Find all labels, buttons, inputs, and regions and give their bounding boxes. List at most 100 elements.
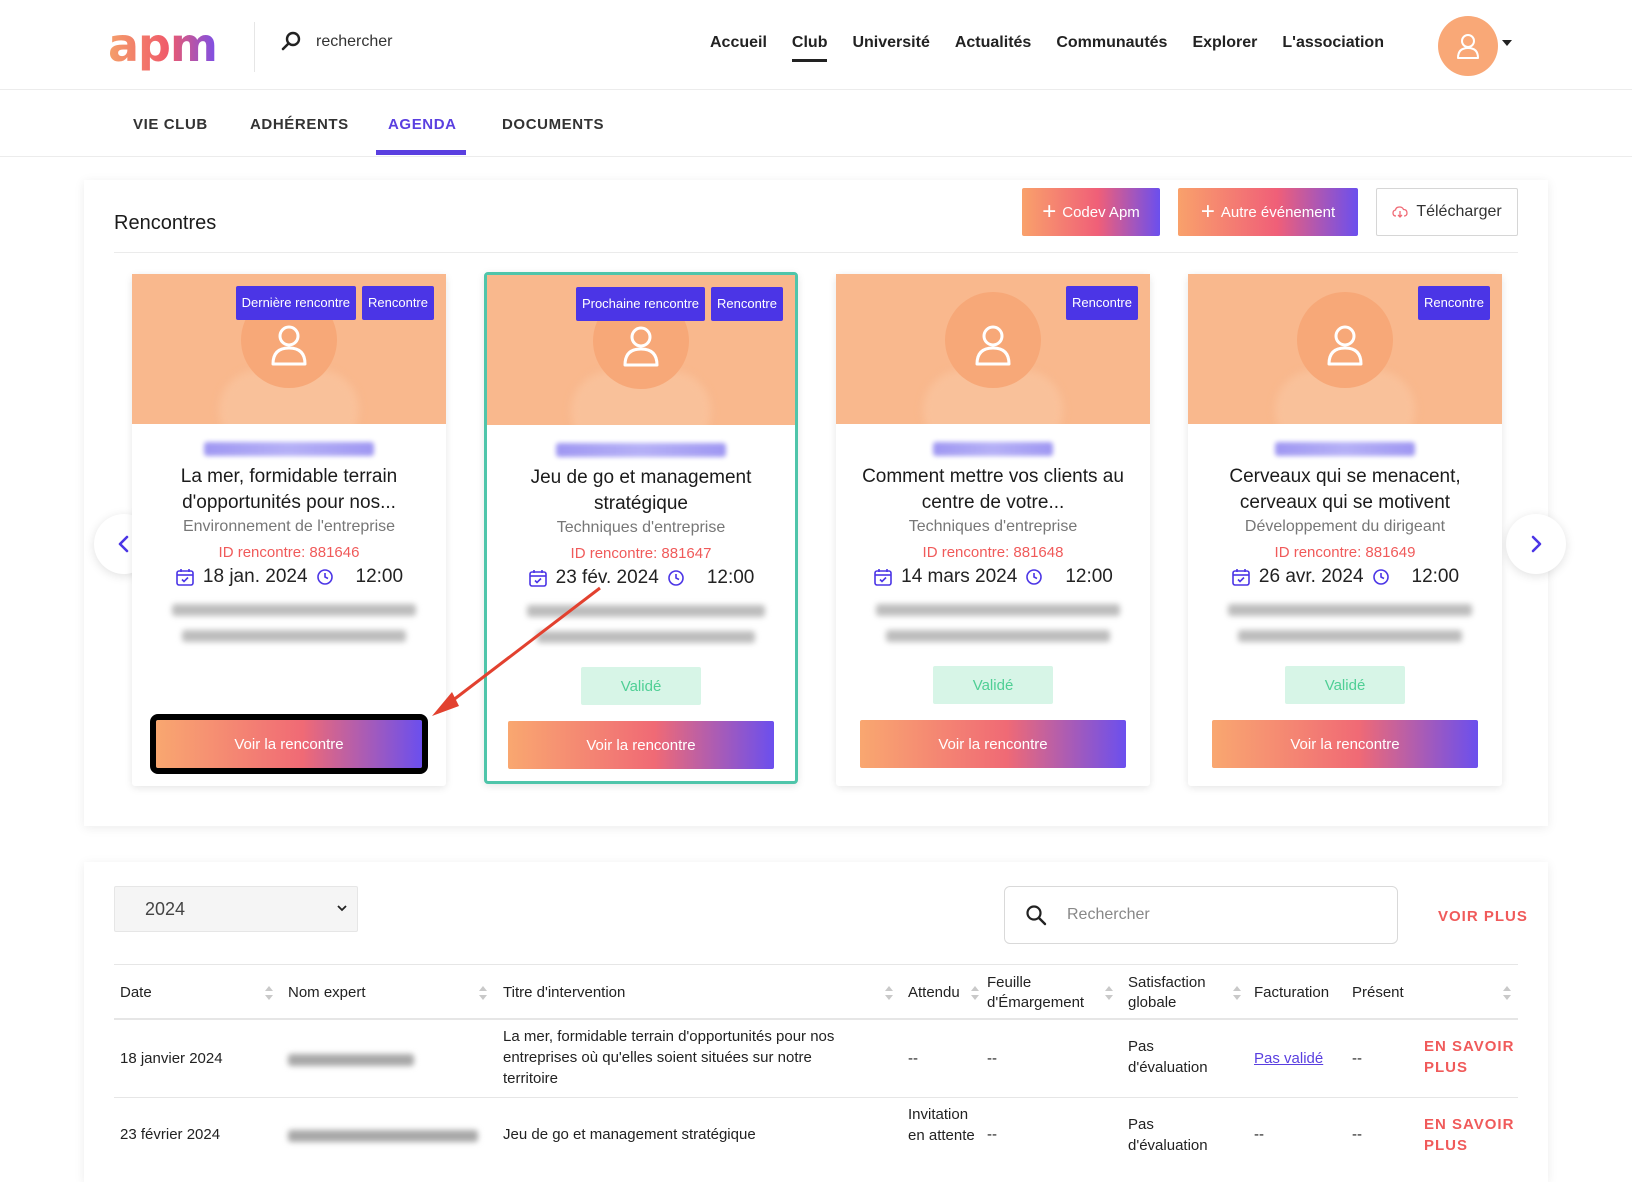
rencontre-card: Rencontre Cerveaux qui se menacent, cerv… <box>1188 274 1502 786</box>
card-category: Techniques d'entreprise <box>556 519 726 536</box>
card-title: Cerveaux qui se menacent, cerveaux qui s… <box>1229 466 1461 513</box>
chevron-right-icon <box>1531 535 1542 553</box>
card-id: ID rencontre: 881649 <box>1274 544 1416 561</box>
sort-icon[interactable] <box>478 985 488 1001</box>
codev-apm-button[interactable]: + Codev Apm <box>1022 188 1160 236</box>
sort-icon[interactable] <box>264 985 274 1001</box>
rencontres-panel: Rencontres + Codev Apm + Autre événement T… <box>84 180 1566 826</box>
calendar-icon <box>528 570 547 587</box>
card-id: ID rencontre: 881646 <box>218 544 360 561</box>
nav-accueil[interactable]: Accueil <box>710 34 767 52</box>
cell-facturation-link[interactable]: Pas validé <box>1254 1048 1323 1069</box>
tab-adherents[interactable]: ADHÉRENTS <box>250 116 349 133</box>
card-badges: Dernière rencontre Rencontre <box>235 286 434 320</box>
card-header: Rencontre <box>1188 274 1502 424</box>
nav-universite[interactable]: Université <box>852 34 929 52</box>
active-tab-indicator <box>376 150 466 155</box>
cell-feuille: -- <box>987 1050 997 1067</box>
card-badges: Rencontre <box>1066 286 1138 320</box>
col-satisfaction[interactable]: Satisfaction globale <box>1128 973 1228 1013</box>
card-date: 14 mars 2024 <box>901 566 1018 587</box>
col-titre[interactable]: Titre d'intervention <box>503 973 625 1013</box>
sort-icon[interactable] <box>1232 985 1242 1001</box>
status-badge-valide: Validé <box>933 666 1053 704</box>
en-savoir-plus-link[interactable]: EN SAVOIR PLUS <box>1424 1114 1516 1156</box>
logo-divider <box>254 22 255 72</box>
cell-attendu: -- <box>908 1050 918 1067</box>
location-redacted <box>1228 604 1472 616</box>
person-icon <box>975 325 1011 366</box>
top-search-label: rechercher <box>316 33 393 50</box>
sort-icon[interactable] <box>884 985 894 1001</box>
section-title: Rencontres <box>114 212 217 234</box>
location-redacted <box>876 604 1120 616</box>
nav-association[interactable]: L'association <box>1282 34 1384 52</box>
person-icon <box>623 326 659 367</box>
card-time: 12:00 <box>355 566 404 587</box>
nav-actualites[interactable]: Actualités <box>955 34 1031 52</box>
expert-name-redacted <box>933 442 1053 456</box>
clock-icon <box>1372 569 1389 585</box>
card-header: Prochaine rencontre Rencontre <box>487 275 795 425</box>
tab-agenda[interactable]: AGENDA <box>388 116 457 133</box>
col-nom-expert[interactable]: Nom expert <box>288 973 366 1013</box>
calendar-icon <box>874 569 892 586</box>
table-search-input[interactable]: Rechercher <box>1004 886 1398 944</box>
sort-icon[interactable] <box>970 985 980 1001</box>
sort-icon[interactable] <box>1104 985 1114 1001</box>
voir-la-rencontre-button[interactable]: Voir la rencontre <box>508 721 774 769</box>
telecharger-button[interactable]: Télécharger <box>1376 188 1518 236</box>
nav-explorer[interactable]: Explorer <box>1192 34 1257 52</box>
plus-icon: + <box>1200 198 1215 225</box>
card-title: Jeu de go et management stratégique <box>530 467 752 514</box>
nav-club[interactable]: Club <box>791 34 827 62</box>
col-date[interactable]: Date <box>120 973 152 1013</box>
apm-logo[interactable]: apm <box>108 22 218 68</box>
badge-rencontre: Rencontre <box>1066 286 1138 320</box>
user-icon <box>1457 34 1479 59</box>
user-avatar[interactable] <box>1438 16 1498 76</box>
en-savoir-plus-link[interactable]: EN SAVOIR PLUS <box>1424 1036 1516 1078</box>
col-present[interactable]: Présent <box>1352 973 1404 1013</box>
avatar-dropdown-icon[interactable] <box>1502 40 1512 46</box>
autre-evenement-button[interactable]: + Autre événement <box>1178 188 1358 236</box>
voir-la-rencontre-button[interactable]: Voir la rencontre <box>1212 720 1478 768</box>
cell-date: 18 janvier 2024 <box>120 1050 223 1067</box>
location-redacted <box>886 630 1110 642</box>
nav-communautes[interactable]: Communautés <box>1056 34 1167 52</box>
card-date: 18 jan. 2024 <box>202 566 308 587</box>
voir-la-rencontre-button[interactable]: Voir la rencontre <box>150 714 428 774</box>
card-badges: Rencontre <box>1418 286 1490 320</box>
card-datetime: 18 jan. 2024 12:00 <box>132 566 446 588</box>
rencontre-card-next: Prochaine rencontre Rencontre Jeu de go … <box>484 272 798 784</box>
sort-icon[interactable] <box>1502 985 1512 1001</box>
badge-rencontre: Rencontre <box>362 286 434 320</box>
sub-nav: VIE CLUB ADHÉRENTS AGENDA DOCUMENTS <box>0 90 1632 157</box>
main-nav: Accueil Club Université Actualités Commu… <box>710 34 1409 62</box>
carousel-next-button[interactable] <box>1506 514 1566 574</box>
card-badges: Prochaine rencontre Rencontre <box>575 287 783 321</box>
location-redacted <box>182 630 406 642</box>
top-bar: apm rechercher Accueil Club Université A… <box>0 0 1632 90</box>
voir-plus-link[interactable]: VOIR PLUS <box>1438 908 1528 925</box>
col-attendu[interactable]: Attendu <box>908 973 960 1013</box>
status-badge-valide: Validé <box>1285 666 1405 704</box>
card-title: Comment mettre vos clients au centre de … <box>862 466 1124 513</box>
card-header: Rencontre <box>836 274 1150 424</box>
col-facturation[interactable]: Facturation <box>1254 973 1329 1013</box>
tab-vie-club[interactable]: VIE CLUB <box>133 116 208 133</box>
top-search[interactable]: rechercher <box>280 30 392 54</box>
expert-name-redacted <box>556 443 726 457</box>
search-icon <box>1026 905 1047 926</box>
card-datetime: 26 avr. 2024 12:00 <box>1188 566 1502 588</box>
voir-la-rencontre-button[interactable]: Voir la rencontre <box>860 720 1126 768</box>
col-feuille-emargement[interactable]: Feuille d'Émargement <box>987 973 1101 1013</box>
divider <box>114 252 1518 253</box>
person-icon <box>1327 325 1363 366</box>
meetings-table-panel: 2024 Rechercher VOIR PLUS Date Nom exper… <box>84 862 1548 1182</box>
tab-documents[interactable]: DOCUMENTS <box>502 116 604 133</box>
expert-name-redacted <box>204 442 374 456</box>
plus-icon: + <box>1042 198 1057 225</box>
year-select[interactable]: 2024 <box>114 886 358 932</box>
cell-titre: La mer, formidable terrain d'opportunité… <box>503 1028 835 1087</box>
